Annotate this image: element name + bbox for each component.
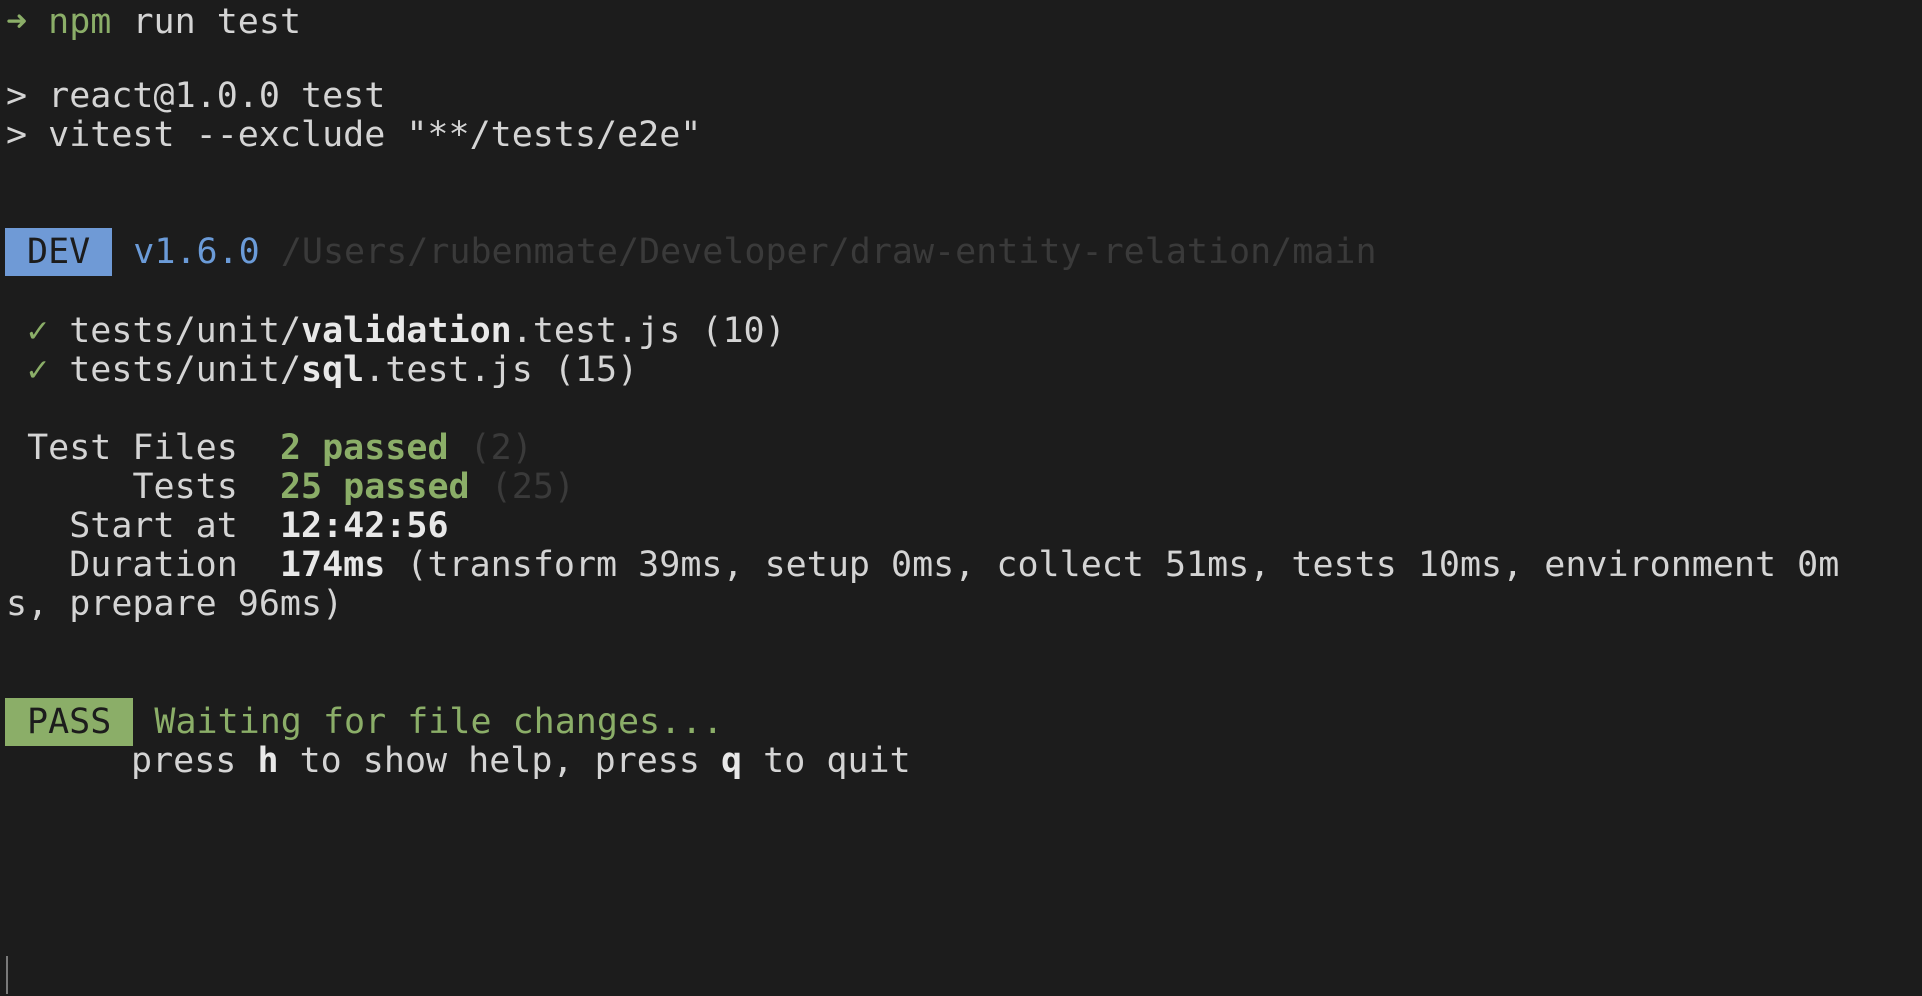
test-file-row: ✓ tests/unit/sql.test.js (15) xyxy=(6,346,638,394)
prompt-line: ➜ npm run test xyxy=(6,0,301,46)
project-path: /Users/rubenmate/Developer/draw-entity-r… xyxy=(280,232,1377,272)
test-file-prefix: tests/unit/ xyxy=(69,350,302,390)
test-file-count: (15) xyxy=(553,350,639,390)
prompt-command: npm xyxy=(48,2,112,42)
prompt-arrow-icon: ➜ xyxy=(6,2,28,42)
help-key-q: q xyxy=(721,741,743,781)
summary-passed: 25 passed xyxy=(279,467,470,507)
summary-start-value: 12:42:56 xyxy=(279,506,449,546)
summary-passed: 2 passed xyxy=(279,428,449,468)
summary-label: Duration xyxy=(69,545,238,585)
summary-label: Tests xyxy=(132,467,238,507)
check-icon: ✓ xyxy=(27,350,49,390)
test-file-prefix: tests/unit/ xyxy=(69,311,302,351)
status-message: Waiting for file changes... xyxy=(154,702,724,742)
help-hint: press h to show help, press q to quit xyxy=(131,737,911,785)
help-text: to show help, press xyxy=(278,741,722,781)
test-file-name: validation xyxy=(301,311,512,351)
test-file-suffix: .test.js xyxy=(364,350,533,390)
summary-label: Start at xyxy=(69,506,238,546)
dev-header: DEV v1.6.0 /Users/rubenmate/Developer/dr… xyxy=(5,228,1377,276)
pass-badge: PASS xyxy=(5,698,134,746)
help-text: press xyxy=(131,741,258,781)
text-cursor[interactable] xyxy=(6,956,8,994)
help-text: to quit xyxy=(742,741,911,781)
summary-total: (2) xyxy=(469,428,533,468)
script-line: > vitest --exclude "**/tests/e2e" xyxy=(6,115,702,155)
prompt-args: run test xyxy=(111,2,302,42)
help-key-h: h xyxy=(257,741,279,781)
test-file-name: sql xyxy=(301,350,365,390)
check-icon: ✓ xyxy=(27,311,49,351)
test-file-count: (10) xyxy=(701,311,786,351)
version-label: v1.6.0 xyxy=(133,232,260,272)
summary-label: Test Files xyxy=(27,428,238,468)
summary-duration-detail: (transform 39ms, setup 0ms, collect 51ms… xyxy=(406,545,1840,585)
dev-badge: DEV xyxy=(5,228,113,276)
summary-duration-value: 174ms xyxy=(279,545,386,585)
summary-total: (25) xyxy=(490,467,575,507)
test-file-suffix: .test.js xyxy=(511,311,681,351)
summary-duration-wrap: s, prepare 96ms) xyxy=(6,584,344,624)
